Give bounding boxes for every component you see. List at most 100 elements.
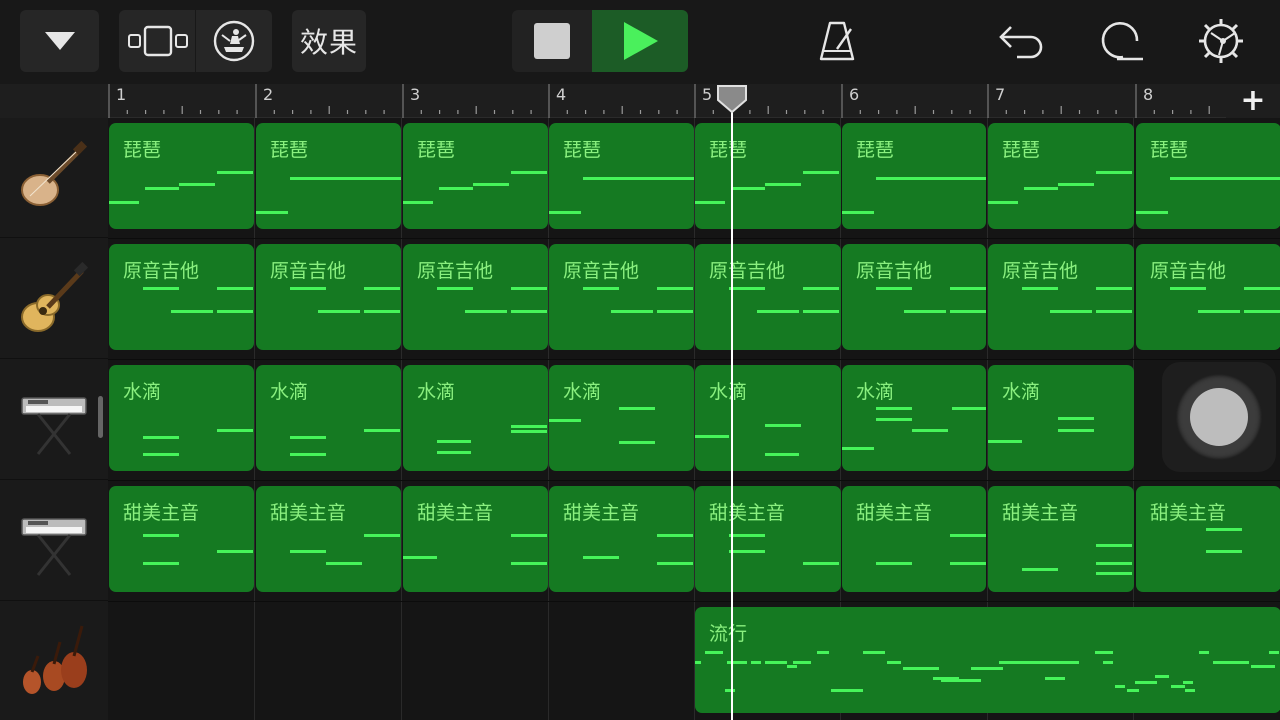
- region-lead[interactable]: 甜美主音: [695, 486, 841, 592]
- midi-note: [1127, 689, 1139, 692]
- region-drops[interactable]: 水滴: [256, 365, 401, 471]
- metronome-button[interactable]: [814, 18, 860, 64]
- effects-button[interactable]: 效果: [292, 10, 366, 72]
- track-header-water-drops[interactable]: [0, 360, 108, 480]
- midi-note: [364, 310, 400, 313]
- region-pipa[interactable]: 琵琶: [988, 123, 1134, 229]
- midi-note: [950, 562, 986, 565]
- region-lead[interactable]: 甜美主音: [549, 486, 694, 592]
- midi-note: [803, 562, 839, 565]
- region-lead[interactable]: 甜美主音: [1136, 486, 1280, 592]
- track-header-strings-pop[interactable]: [0, 602, 108, 720]
- midi-note: [326, 562, 362, 565]
- midi-note: [1171, 685, 1185, 688]
- region-label: 甜美主音: [856, 502, 933, 524]
- live-loop-pad[interactable]: [1162, 362, 1276, 472]
- midi-note: [511, 425, 547, 428]
- midi-note: [256, 211, 288, 214]
- region-drops[interactable]: 水滴: [109, 365, 254, 471]
- midi-note: [1058, 183, 1094, 186]
- region-pipa[interactable]: 琵琶: [403, 123, 548, 229]
- region-drops[interactable]: 水滴: [403, 365, 548, 471]
- timeline-ruler[interactable]: 1 2 3 4 5 6 7 8: [108, 84, 1280, 118]
- region-lead[interactable]: 甜美主音: [403, 486, 548, 592]
- region-guitar[interactable]: 原音吉他: [109, 244, 254, 350]
- region-guitar[interactable]: 原音吉他: [549, 244, 694, 350]
- midi-note: [437, 440, 471, 443]
- smart-controls-button[interactable]: [196, 10, 272, 72]
- undo-button[interactable]: [996, 18, 1044, 64]
- midi-note: [863, 651, 885, 654]
- midi-note: [511, 287, 547, 290]
- region-lead[interactable]: 甜美主音: [988, 486, 1134, 592]
- plus-icon: +: [1240, 83, 1266, 118]
- region-lead[interactable]: 甜美主音: [256, 486, 401, 592]
- region-drops[interactable]: 水滴: [549, 365, 694, 471]
- drummer-icon: [213, 20, 255, 62]
- midi-note: [842, 211, 874, 214]
- strings-icon: [23, 625, 87, 694]
- region-guitar[interactable]: 原音吉他: [256, 244, 401, 350]
- midi-note: [619, 441, 655, 444]
- region-drops[interactable]: 水滴: [695, 365, 841, 471]
- region-pipa[interactable]: 琵琶: [109, 123, 254, 229]
- midi-note: [876, 407, 912, 410]
- track-header-acoustic-guitar[interactable]: [0, 239, 108, 359]
- region-drops[interactable]: 水滴: [842, 365, 986, 471]
- midi-note: [903, 667, 939, 670]
- add-section-button[interactable]: +: [1226, 84, 1280, 118]
- stop-button[interactable]: [512, 10, 592, 72]
- tracks-view-icon: [128, 25, 188, 57]
- midi-note: [941, 679, 981, 682]
- midi-note: [1251, 665, 1275, 668]
- region-drops[interactable]: 水滴: [988, 365, 1134, 471]
- region-guitar[interactable]: 原音吉他: [842, 244, 986, 350]
- midi-note: [1135, 681, 1157, 684]
- region-lead[interactable]: 甜美主音: [109, 486, 254, 592]
- acoustic-guitar-icon: [21, 261, 89, 332]
- region-pipa[interactable]: 琵琶: [256, 123, 401, 229]
- menu-dropdown-button[interactable]: [20, 10, 99, 72]
- midi-note: [727, 661, 747, 664]
- play-button[interactable]: [592, 10, 688, 72]
- track-header-sweet-lead[interactable]: [0, 481, 108, 601]
- region-lead[interactable]: 甜美主音: [842, 486, 986, 592]
- playhead-handle[interactable]: [716, 84, 748, 114]
- loop-browser-button[interactable]: [1096, 18, 1146, 64]
- midi-note: [1183, 681, 1193, 684]
- region-pipa[interactable]: 琵琶: [695, 123, 841, 229]
- midi-note: [549, 419, 581, 422]
- midi-note: [695, 661, 701, 664]
- metronome-icon: [819, 21, 855, 61]
- arrangement-area[interactable]: 琵琶 琵琶 琵琶 琵琶 琵琶 琵琶 琵琶 琵琶 原音吉他 原音吉他 原音吉他 原音吉他 原音吉他 原音吉…: [108, 118, 1280, 720]
- midi-note: [437, 287, 473, 290]
- lane-pipa: 琵琶 琵琶 琵琶 琵琶 琵琶 琵琶 琵琶 琵琶: [108, 118, 1280, 239]
- region-label: 甜美主音: [270, 502, 347, 524]
- region-guitar[interactable]: 原音吉他: [988, 244, 1134, 350]
- midi-note: [1103, 661, 1113, 664]
- midi-note: [171, 310, 213, 313]
- region-pipa[interactable]: 琵琶: [842, 123, 986, 229]
- track-resize-handle[interactable]: [98, 396, 103, 438]
- midi-note: [143, 287, 179, 290]
- region-guitar[interactable]: 原音吉他: [403, 244, 548, 350]
- region-strings[interactable]: 流行: [695, 607, 1280, 713]
- region-label: 原音吉他: [856, 260, 933, 282]
- midi-note: [1213, 661, 1249, 664]
- settings-button[interactable]: [1196, 16, 1246, 66]
- midi-note: [290, 453, 326, 456]
- midi-note: [705, 651, 723, 654]
- midi-note: [971, 667, 1003, 670]
- region-label: 原音吉他: [123, 260, 200, 282]
- chevron-down-icon: [44, 32, 75, 50]
- region-guitar[interactable]: 原音吉他: [695, 244, 841, 350]
- region-pipa[interactable]: 琵琶: [549, 123, 694, 229]
- midi-note: [1022, 287, 1058, 290]
- joystick-knob[interactable]: [1190, 388, 1248, 446]
- track-header-pipa[interactable]: [0, 118, 108, 238]
- playhead-line: [731, 100, 733, 720]
- region-guitar[interactable]: 原音吉他: [1136, 244, 1280, 350]
- view-toggle-button[interactable]: [119, 10, 195, 72]
- midi-note: [988, 440, 1022, 443]
- region-pipa[interactable]: 琵琶: [1136, 123, 1280, 229]
